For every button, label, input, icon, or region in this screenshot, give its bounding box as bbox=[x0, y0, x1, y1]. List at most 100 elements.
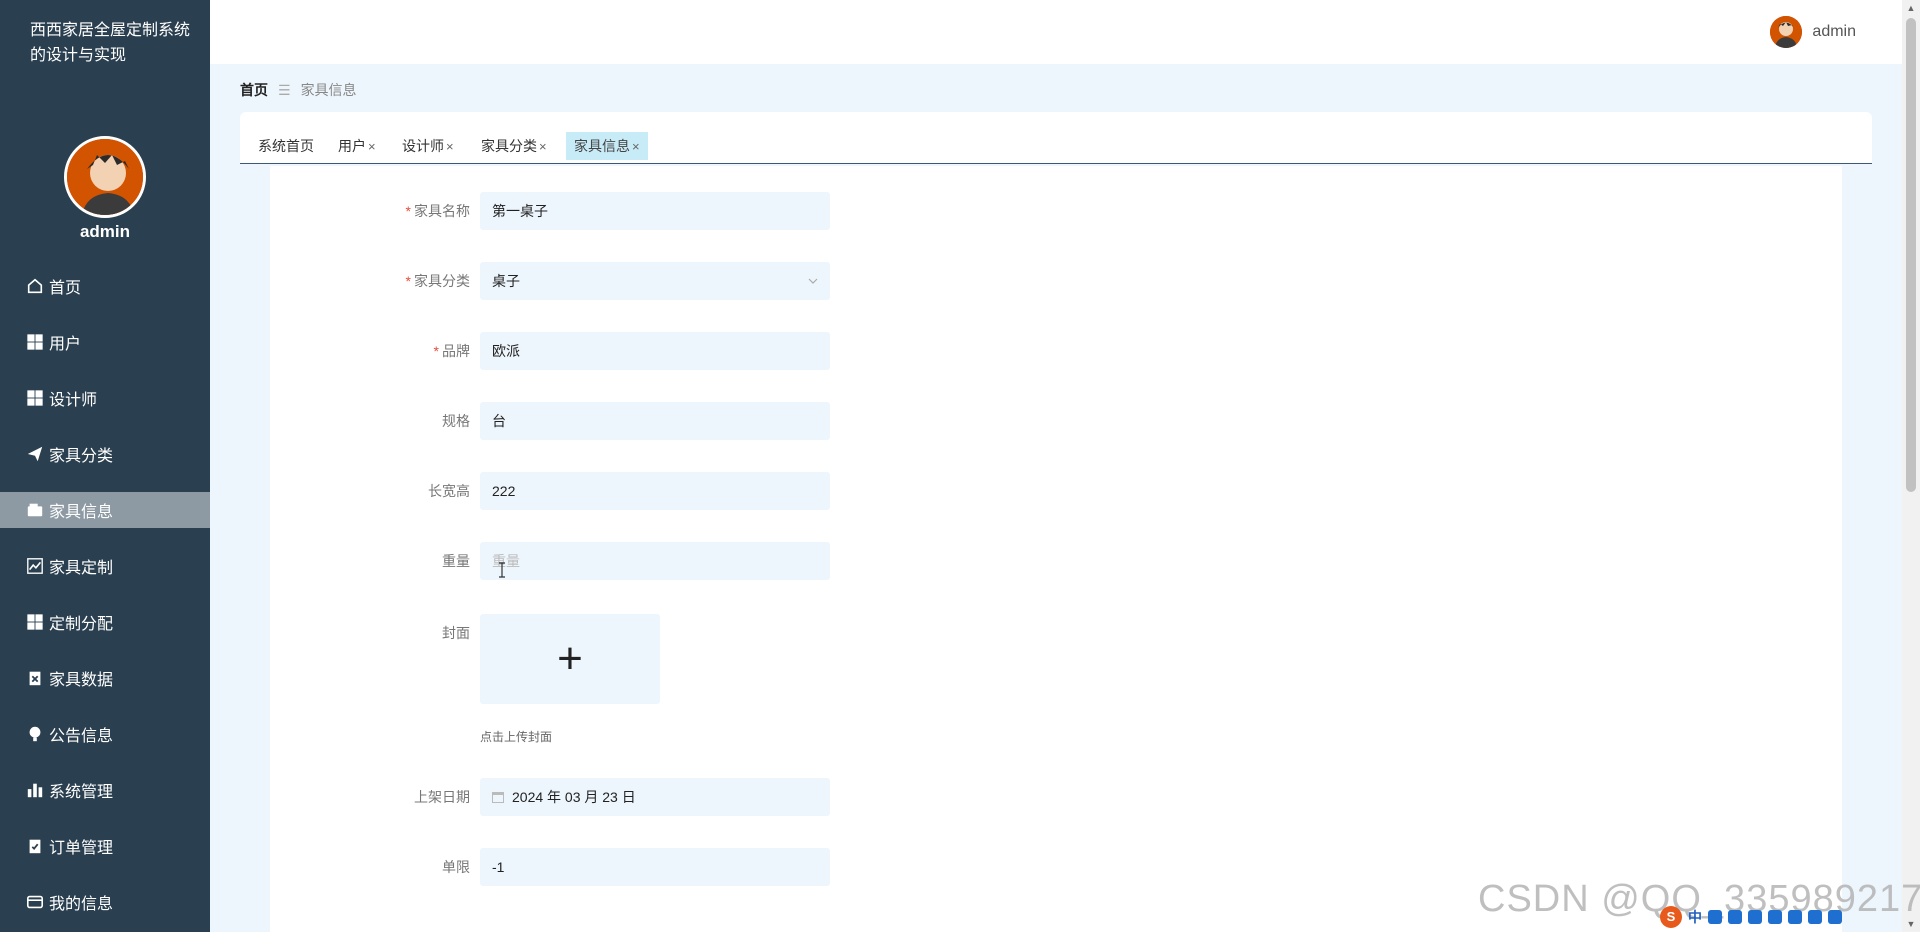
header-avatar bbox=[1770, 16, 1803, 48]
brand-input[interactable] bbox=[480, 332, 830, 370]
category-select-value: 桌子 bbox=[492, 273, 520, 289]
tab-label: 用户 bbox=[338, 138, 366, 154]
upload-hint: 点击上传封面 bbox=[480, 730, 553, 744]
close-icon[interactable]: × bbox=[539, 139, 547, 154]
cover-upload-button[interactable]: + bbox=[480, 614, 660, 704]
sidebar-item-label: 家具定制 bbox=[49, 560, 114, 577]
tabs-bar: 系统首页 用户 × 设计师 × 家具分类 × 家具信息 × bbox=[240, 112, 1872, 164]
form-label: 上架日期 bbox=[414, 789, 470, 805]
tab-label: 系统首页 bbox=[258, 138, 314, 154]
sidebar-item-label: 首页 bbox=[49, 280, 82, 297]
category-select[interactable]: 桌子 bbox=[480, 262, 830, 300]
avatar[interactable] bbox=[64, 136, 146, 218]
tab-designers[interactable]: 设计师 × bbox=[394, 132, 462, 160]
sidebar-item-label: 用户 bbox=[49, 336, 82, 353]
sidebar-item-label: 家具分类 bbox=[49, 448, 114, 465]
sidebar-item-users[interactable]: 用户 bbox=[0, 324, 210, 360]
sidebar-item-furniture-custom[interactable]: 家具定制 bbox=[0, 548, 210, 584]
sidebar-menu: 首页 用户 设计师 家具分类 家具信息 家具定制 定制分配 家具数据 公告信息 … bbox=[0, 268, 210, 932]
close-icon[interactable]: × bbox=[446, 139, 454, 154]
keyboard-icon[interactable] bbox=[1748, 910, 1762, 924]
sidebar-item-my-info[interactable]: 我的信息 bbox=[0, 884, 210, 920]
form-label: 重量 bbox=[442, 553, 470, 569]
close-icon[interactable]: × bbox=[632, 139, 640, 154]
close-icon[interactable]: × bbox=[368, 139, 376, 154]
sidebar-item-label: 定制分配 bbox=[49, 616, 114, 633]
chevron-down-icon bbox=[808, 262, 818, 315]
tab-label: 家具信息 bbox=[574, 138, 630, 154]
form-panel: *家具名称 *家具分类 桌子 *品牌 规格 长宽高 bbox=[270, 166, 1842, 932]
clipboard-check-icon bbox=[25, 836, 45, 856]
skin-icon[interactable] bbox=[1768, 910, 1782, 924]
sidebar-item-notices[interactable]: 公告信息 bbox=[0, 716, 210, 752]
breadcrumb-home[interactable]: 首页 bbox=[240, 80, 268, 100]
sidebar-item-label: 我的信息 bbox=[49, 896, 114, 913]
chart-icon bbox=[25, 556, 45, 576]
form-label: * 品牌 bbox=[433, 343, 470, 359]
tab-furniture-info[interactable]: 家具信息 × bbox=[566, 132, 648, 160]
grid-icon bbox=[25, 612, 45, 632]
required-mark: * bbox=[405, 273, 411, 289]
header-user-menu[interactable]: admin bbox=[1770, 16, 1856, 48]
toolbox-icon[interactable] bbox=[1788, 910, 1802, 924]
scroll-thumb[interactable] bbox=[1906, 18, 1916, 492]
form-label: 规格 bbox=[442, 413, 470, 429]
required-mark: * bbox=[433, 343, 439, 359]
clipboard-x-icon bbox=[25, 668, 45, 688]
shelf-date-picker[interactable]: 2024 年 03 月 23 日 bbox=[480, 778, 830, 816]
name-input[interactable] bbox=[480, 192, 830, 230]
spec-input[interactable] bbox=[480, 402, 830, 440]
dimensions-input[interactable] bbox=[480, 472, 830, 510]
wallet-icon bbox=[25, 500, 45, 520]
grid-icon bbox=[25, 332, 45, 352]
home-icon bbox=[25, 276, 45, 296]
ime-logo-icon[interactable]: S bbox=[1660, 906, 1682, 928]
top-header: admin bbox=[210, 0, 1902, 64]
lightbulb-icon bbox=[25, 724, 45, 744]
card-icon bbox=[25, 892, 45, 912]
sidebar-item-furniture-data[interactable]: 家具数据 bbox=[0, 660, 210, 696]
breadcrumb-current: 家具信息 bbox=[300, 82, 357, 98]
microphone-icon[interactable] bbox=[1728, 910, 1742, 924]
sidebar-item-label: 订单管理 bbox=[49, 840, 114, 857]
sidebar-item-designers[interactable]: 设计师 bbox=[0, 380, 210, 416]
sidebar: 西西家居全屋定制系统的设计与实现 admin 首页 用户 设计师 家具分类 家具… bbox=[0, 0, 210, 932]
sidebar-item-label: 家具数据 bbox=[49, 672, 114, 689]
main-content: 首页 ☰ 家具信息 系统首页 用户 × 设计师 × 家具分类 × 家具信息 × * 家具名… bbox=[210, 64, 1902, 932]
punctuation-icon[interactable] bbox=[1708, 910, 1722, 924]
weight-input[interactable] bbox=[480, 542, 830, 580]
limit-input[interactable] bbox=[480, 848, 830, 886]
scroll-up-arrow-icon[interactable]: ▲ bbox=[1902, 0, 1920, 16]
tab-system-home[interactable]: 系统首页 bbox=[250, 132, 322, 160]
sidebar-item-label: 家具信息 bbox=[49, 504, 114, 521]
page-scrollbar[interactable]: ▲ ▼ bbox=[1902, 0, 1920, 932]
mouse-cursor-ibeam bbox=[497, 562, 507, 578]
grid-menu-icon[interactable] bbox=[1808, 910, 1822, 924]
breadcrumb: 首页 ☰ 家具信息 bbox=[240, 80, 357, 100]
plus-icon: + bbox=[557, 634, 583, 683]
tab-label: 家具分类 bbox=[481, 138, 537, 154]
required-mark: * bbox=[405, 203, 411, 219]
header-username: admin bbox=[1812, 23, 1856, 40]
paper-plane-icon bbox=[25, 444, 45, 464]
sidebar-item-custom-assign[interactable]: 定制分配 bbox=[0, 604, 210, 640]
calendar-icon bbox=[492, 791, 504, 803]
avatar-image bbox=[67, 139, 143, 215]
settings-icon[interactable] bbox=[1828, 910, 1842, 924]
form-label: 单限 bbox=[442, 859, 470, 875]
grid-icon bbox=[25, 388, 45, 408]
breadcrumb-separator: ☰ bbox=[278, 81, 291, 98]
sidebar-item-label: 设计师 bbox=[49, 392, 98, 409]
sidebar-item-orders[interactable]: 订单管理 bbox=[0, 828, 210, 864]
ime-language-toggle[interactable]: 中 bbox=[1688, 907, 1702, 927]
sidebar-item-system[interactable]: 系统管理 bbox=[0, 772, 210, 808]
system-title: 西西家居全屋定制系统的设计与实现 bbox=[30, 22, 191, 64]
tab-users[interactable]: 用户 × bbox=[330, 132, 384, 160]
sidebar-item-furniture-info[interactable]: 家具信息 bbox=[0, 492, 210, 528]
sidebar-item-home[interactable]: 首页 bbox=[0, 268, 210, 304]
shelf-date-value: 2024 年 03 月 23 日 bbox=[512, 789, 636, 805]
sidebar-item-furniture-category[interactable]: 家具分类 bbox=[0, 436, 210, 472]
tab-furniture-category[interactable]: 家具分类 × bbox=[473, 132, 555, 160]
form-label: 长宽高 bbox=[428, 483, 470, 499]
tab-label: 设计师 bbox=[402, 138, 444, 154]
